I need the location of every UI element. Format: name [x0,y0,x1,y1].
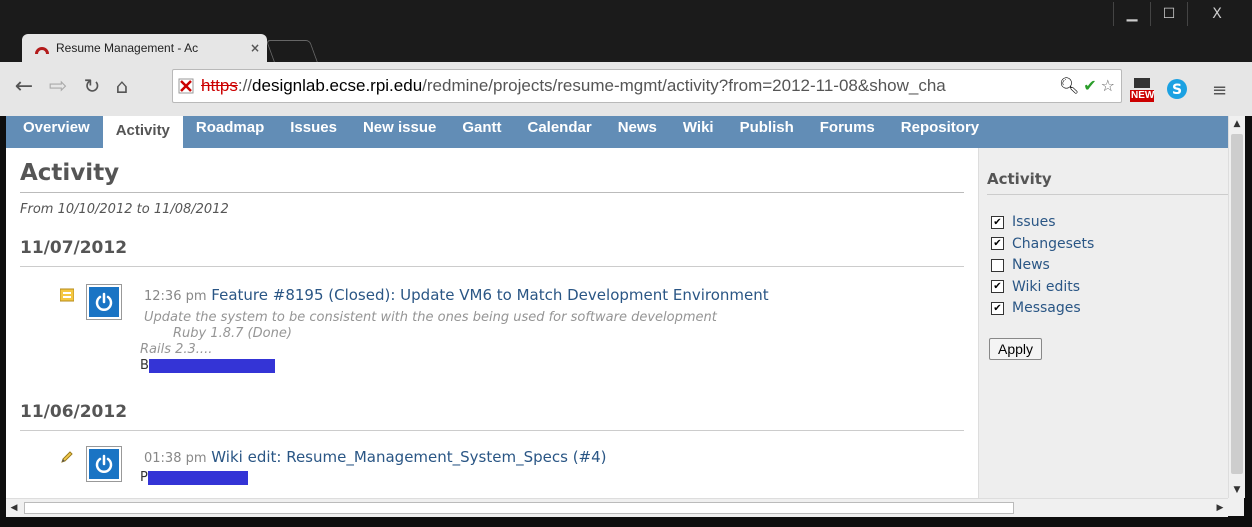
checkbox[interactable]: ✔ [991,215,1004,229]
apply-button[interactable]: Apply [989,338,1043,360]
redacted-name [148,358,275,373]
horizontal-scroll-thumb[interactable] [24,502,1014,514]
tab-gantt[interactable]: Gantt [449,116,514,148]
checkbox[interactable] [991,258,1004,272]
tab-title: Resume Management - Ac [56,41,199,55]
filter-label: Wiki edits [1012,278,1081,295]
scroll-right-icon[interactable]: ▶ [1212,499,1228,517]
new-tab-button[interactable] [265,40,319,63]
tab-close-icon[interactable]: × [250,41,260,55]
filter-label: Messages [1012,300,1081,316]
home-icon[interactable]: ⌂ [108,72,136,100]
tab-roadmap[interactable]: Roadmap [183,116,277,148]
event-author: P [140,470,248,485]
content: Activity From 10/10/2012 to 11/08/2012 1… [6,148,978,498]
avatar [86,284,122,320]
date-range: From 10/10/2012 to 11/08/2012 [20,202,229,217]
address-bar[interactable]: https://designlab.ecse.rpi.edu/redmine/p… [172,69,1122,103]
day-header: 11/07/2012 [20,238,128,258]
activity-event-title: 01:38 pm Wiki edit: Resume_Management_Sy… [144,448,607,466]
event-author: B [140,358,275,373]
event-description: Update the system to be consistent with … [144,310,717,325]
tab-forums[interactable]: Forums [807,116,888,148]
tab-publish[interactable]: Publish [727,116,807,148]
filter-news[interactable]: News [991,257,1050,273]
tab-overview[interactable]: Overview [10,116,103,148]
window-controls: ▁ ☐ X [1113,2,1246,26]
scroll-down-icon[interactable]: ▼ [1229,482,1245,498]
event-description-line: Rails 2.3.... [140,342,213,357]
new-extension-icon[interactable]: NEW [1130,76,1154,108]
check-circle-icon[interactable]: ✔ [1083,76,1096,95]
tab-repository[interactable]: Repository [888,116,992,148]
title-divider [20,192,964,193]
avatar [86,446,122,482]
checkbox[interactable]: ✔ [991,280,1004,293]
event-time: 01:38 pm [144,451,207,466]
vertical-scrollbar[interactable]: ▲ ▼ [1228,116,1245,498]
filter-label: News [1012,257,1050,273]
zoom-icon[interactable]: 🔍︎ [1059,76,1079,95]
sidebar: Activity ✔ Issues ✔ Changesets News ✔ Wiki edi… [978,148,1228,498]
day-divider [20,266,964,267]
issue-closed-icon [60,288,74,302]
tab-new-issue[interactable]: New issue [350,116,449,148]
scroll-left-icon[interactable]: ◀ [6,499,22,517]
bookmark-star-icon[interactable]: ☆ [1101,76,1115,95]
horizontal-scrollbar[interactable]: ◀ ▶ [6,498,1228,517]
scroll-up-icon[interactable]: ▲ [1229,116,1245,132]
event-link-wiki-edit[interactable]: Wiki edit: Resume_Management_System_Spec… [211,448,606,466]
filter-issues[interactable]: ✔ Issues [991,214,1056,230]
event-link-feature-8195[interactable]: Feature #8195 (Closed): Update VM6 to Ma… [211,286,768,304]
maximize-button[interactable]: ☐ [1150,2,1187,26]
wiki-edit-pencil-icon [61,451,73,463]
page-title: Activity [20,160,120,186]
svg-text:S: S [1172,82,1182,98]
sidebar-divider [987,194,1228,195]
activity-event-title: 12:36 pm Feature #8195 (Closed): Update … [144,286,769,304]
checkbox[interactable]: ✔ [991,237,1004,250]
redmine-favicon-icon [35,47,49,54]
filter-label: Issues [1012,214,1056,230]
event-description-line: Ruby 1.8.7 (Done) [173,326,292,341]
close-window-button[interactable]: X [1187,2,1246,26]
main-menu: Overview Activity Roadmap Issues New issue Ga… [6,116,1228,148]
back-arrow-icon[interactable]: ← [10,72,38,100]
tab-calendar[interactable]: Calendar [515,116,605,148]
url-text: https://designlab.ecse.rpi.edu/redmine/p… [201,76,946,95]
menu-icon[interactable]: ≡ [1212,80,1227,101]
tab-news[interactable]: News [605,116,670,148]
forward-arrow-icon[interactable]: ⇨ [44,72,72,100]
tab-wiki[interactable]: Wiki [670,116,727,148]
author-initial: B [140,358,149,373]
broken-lock-icon [178,78,194,94]
scrollbar-corner [1228,498,1244,516]
redacted-name [147,470,248,485]
omnibox-icons: 🔍︎ ✔ ☆ [1059,76,1115,95]
tab-activity[interactable]: Activity [102,116,183,148]
browser-titlebar: Resume Management - Ac × ▁ ☐ X [0,0,1252,63]
checkbox[interactable]: ✔ [991,301,1004,315]
filter-wiki-edits[interactable]: ✔ Wiki edits [991,279,1080,295]
filter-changesets[interactable]: ✔ Changesets [991,236,1094,252]
filter-messages[interactable]: ✔ Messages [991,300,1081,316]
extension-new-label: NEW [1131,90,1155,101]
author-initial: P [140,470,148,485]
reload-icon[interactable]: ↻ [78,72,106,100]
skype-icon[interactable]: S [1166,78,1188,104]
browser-tab[interactable]: Resume Management - Ac × [22,34,267,62]
power-icon [95,454,113,473]
filter-label: Changesets [1012,235,1095,252]
day-divider [20,430,964,431]
minimize-button[interactable]: ▁ [1113,2,1150,26]
event-time: 12:36 pm [144,289,207,304]
power-icon [95,292,113,311]
tab-issues[interactable]: Issues [277,116,350,148]
vertical-scroll-thumb[interactable] [1231,134,1243,474]
day-header: 11/06/2012 [20,402,128,422]
page-viewport: Overview Activity Roadmap Issues New issue Ga… [6,116,1228,498]
sidebar-title: Activity [987,170,1052,188]
